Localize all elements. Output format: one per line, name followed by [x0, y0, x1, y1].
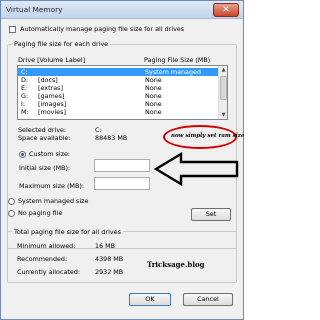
- list-scrollbar[interactable]: ▲ ▼: [218, 66, 227, 119]
- selected-drive-label: Selected drive:: [18, 126, 67, 134]
- scroll-thumb[interactable]: [220, 76, 227, 100]
- no-paging-file-label[interactable]: No paging file: [18, 209, 62, 217]
- currently-allocated-label: Currently allocated:: [17, 268, 81, 276]
- scroll-up-icon[interactable]: ▲: [220, 66, 227, 74]
- currently-allocated-value: 2932 MB: [95, 268, 124, 276]
- auto-manage-checkbox[interactable]: [9, 26, 16, 33]
- maximum-size-input[interactable]: [94, 177, 150, 190]
- space-available-value: 88483 MB: [95, 134, 128, 142]
- drive-row[interactable]: C: System managed: [18, 68, 219, 76]
- annotation-text: now simply set ram size: [171, 133, 245, 139]
- drive-row[interactable]: M: [movies] None: [18, 108, 219, 116]
- size-column-header: Paging File Size (MB): [144, 56, 211, 64]
- custom-size-label[interactable]: Custom size:: [29, 150, 70, 158]
- paging-group-label: Paging file size for each drive: [12, 40, 111, 48]
- drive-column-header: Drive [Volume Label]: [18, 56, 86, 64]
- arrow-icon: [153, 151, 239, 187]
- drive-row[interactable]: I: [images] None: [18, 100, 219, 108]
- minimum-allowed-value: 16 MB: [95, 242, 116, 250]
- maximum-size-label: Maximum size (MB):: [19, 182, 84, 190]
- watermark-text: Tricksage.blog: [147, 260, 205, 269]
- recommended-label: Recommended:: [17, 255, 68, 263]
- total-group-label: Total paging file size for all drives: [12, 228, 123, 236]
- system-managed-label[interactable]: System managed size: [18, 197, 88, 205]
- initial-size-label: Initial size (MB):: [19, 164, 71, 172]
- minimum-allowed-label: Minimum allowed:: [17, 242, 76, 250]
- auto-manage-label[interactable]: Automatically manage paging file size fo…: [20, 25, 184, 33]
- scroll-down-icon[interactable]: ▼: [220, 111, 227, 119]
- system-managed-radio[interactable]: [8, 198, 15, 205]
- no-paging-file-radio[interactable]: [8, 210, 15, 217]
- cancel-button[interactable]: Cancel: [183, 293, 233, 306]
- title-bar[interactable]: Virtual Memory ✕: [1, 1, 243, 19]
- drive-row[interactable]: D: [docs] None: [18, 76, 219, 84]
- drive-list[interactable]: C: System managed D: [docs] None E: [ext…: [17, 65, 228, 120]
- window-title: Virtual Memory: [6, 5, 63, 14]
- selected-drive-value: C:: [95, 126, 102, 134]
- close-icon[interactable]: ✕: [213, 3, 239, 17]
- ok-button[interactable]: OK: [129, 293, 171, 306]
- drive-row[interactable]: E: [extras] None: [18, 84, 219, 92]
- virtual-memory-window: Virtual Memory ✕ Automatically manage pa…: [0, 0, 244, 320]
- recommended-value: 4398 MB: [95, 255, 124, 263]
- initial-size-input[interactable]: [94, 159, 150, 172]
- custom-size-radio[interactable]: [19, 151, 26, 158]
- set-button[interactable]: Set: [191, 208, 231, 221]
- space-available-label: Space available:: [18, 134, 71, 142]
- drive-row[interactable]: G: [games] None: [18, 92, 219, 100]
